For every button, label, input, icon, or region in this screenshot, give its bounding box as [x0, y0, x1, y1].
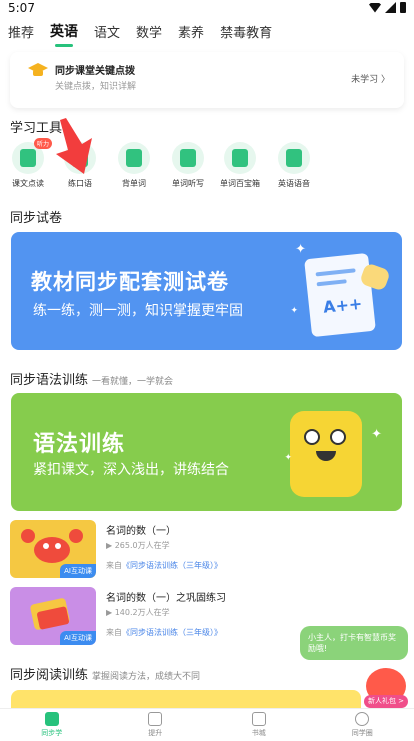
nav-label: 同学圈 [351, 729, 373, 737]
sparkle-icon: ✦ [290, 306, 298, 316]
nav-classmates[interactable]: 同学圈 [311, 709, 414, 741]
tab-literacy[interactable]: 素养 [178, 18, 204, 45]
signal-icon [385, 2, 396, 13]
tool-dictation[interactable]: 单词听写 [158, 142, 218, 189]
nav-improve[interactable]: 提升 [104, 709, 208, 741]
nav-label: 提升 [148, 729, 163, 737]
ai-lesson-tag: AI互动课 [60, 564, 96, 578]
source-link[interactable]: 《同步语法训练（三年级）》 [122, 561, 222, 570]
reading-title-text: 同步阅读训练 [10, 668, 89, 683]
tool-label: 单词听写 [172, 179, 204, 188]
reading-subtitle-text: 掌握阅读方法，成绩大不同 [92, 672, 201, 682]
mascot-icon [290, 411, 362, 497]
sparkle-icon: ✦ [295, 242, 306, 257]
source-prefix: 来自 [106, 628, 122, 637]
lesson-title: 名词的数（一） [106, 526, 176, 537]
nav-bookstore[interactable]: 书城 [207, 709, 311, 741]
pen-icon [148, 712, 163, 726]
tab-math[interactable]: 数学 [136, 18, 162, 45]
banner-subtitle: 紧扣课文，深入浅出，讲练结合 [33, 462, 229, 478]
battery-icon [400, 2, 406, 13]
tab-english[interactable]: 英语 [50, 17, 78, 45]
ai-lesson-tag: AI互动课 [60, 631, 96, 645]
headphone-icon [172, 142, 204, 174]
card-status[interactable]: 未学习 〉 [351, 72, 390, 85]
tab-recommend[interactable]: 推荐 [8, 18, 34, 45]
red-arrow-annotation [56, 118, 92, 174]
bottom-nav: 同步学 提升 书城 同学圈 [0, 708, 414, 741]
book-read-icon: 听力 [12, 138, 52, 174]
grammar-subtitle-text: 一看就懂，一学就会 [92, 377, 174, 387]
reading-banner[interactable] [11, 690, 361, 710]
tool-label: 单词百宝箱 [220, 179, 260, 188]
lesson-thumbnail: AI互动课 [10, 520, 96, 578]
tool-label: 背单词 [122, 179, 146, 188]
sparkle-icon: ✦ [284, 453, 292, 463]
gift-badge[interactable]: 新人礼包 > [364, 695, 408, 708]
book-icon [251, 712, 266, 726]
tool-vocabulary[interactable]: 背单词 [104, 142, 164, 189]
graduation-cap-icon [28, 63, 48, 76]
status-icons [369, 2, 406, 13]
tool-pronunciation[interactable]: 英语语音 [264, 142, 324, 189]
banner-subtitle: 练一练，测一测，知识掌握更牢固 [33, 303, 243, 319]
grammar-banner[interactable]: 语法训练 紧扣课文，深入浅出，讲练结合 ✦ ✦ [11, 393, 402, 511]
box-icon [224, 142, 256, 174]
banner-title: 语法训练 [33, 432, 126, 457]
card-title: 同步课堂关键点拨 [55, 66, 135, 77]
tab-anti-drug[interactable]: 禁毒教育 [220, 18, 272, 45]
status-time: 5:07 [8, 1, 35, 15]
tool-word-box[interactable]: 单词百宝箱 [210, 142, 270, 189]
tool-label: 英语语音 [278, 179, 310, 188]
lesson-source: 来自《同步语法训练（三年级）》 [106, 560, 222, 571]
sparkle-icon: ✦ [371, 427, 382, 442]
key-points-card[interactable]: 同步课堂关键点拨 关键点拨，知识详解 未学习 〉 [10, 52, 404, 108]
tab-chinese[interactable]: 语文 [94, 18, 120, 45]
banner-title: 教材同步配套测试卷 [31, 270, 229, 294]
reading-section-title: 同步阅读训练 掌握阅读方法，成绩大不同 [10, 664, 200, 683]
grade-text: A++ [322, 293, 364, 317]
lesson-thumbnail: AI互动课 [10, 587, 96, 645]
nav-label: 书城 [251, 729, 266, 737]
grammar-title-text: 同步语法训练 [10, 373, 89, 388]
wifi-icon [369, 2, 381, 13]
sync-test-section-title: 同步试卷 [10, 207, 62, 226]
lesson-learners: ▶ 140.2万人在学 [106, 608, 170, 617]
word-card-icon [118, 142, 150, 174]
status-bar: 5:07 [0, 0, 414, 16]
source-link[interactable]: 《同步语法训练（三年级）》 [122, 628, 222, 637]
card-subtitle: 关键点拨，知识详解 [55, 82, 137, 92]
lesson-source: 来自《同步语法训练（三年级）》 [106, 627, 222, 638]
lesson-learners: ▶ 265.0万人在学 [106, 541, 170, 550]
chat-icon [355, 712, 370, 726]
study-icon [44, 712, 59, 726]
assistant-bubble[interactable]: 小主人，打卡有智慧币奖励哦! [300, 626, 408, 660]
nav-study[interactable]: 同步学 [0, 709, 104, 741]
source-prefix: 来自 [106, 561, 122, 570]
lesson-title: 名词的数（一）之巩固练习 [106, 593, 226, 604]
tool-label: 练口语 [68, 179, 92, 188]
sync-test-banner[interactable]: 教材同步配套测试卷 练一练，测一测，知识掌握更牢固 A++ ✦ ✦ [11, 232, 402, 350]
grammar-section-title: 同步语法训练 一看就懂，一学就会 [10, 369, 173, 388]
subject-tabs: 推荐 英语 语文 数学 素养 禁毒教育 [0, 16, 414, 46]
nav-label: 同步学 [41, 729, 63, 737]
speaker-icon [278, 142, 310, 174]
list-item[interactable]: AI互动课 名词的数（一） ▶ 265.0万人在学 来自《同步语法训练（三年级）… [10, 520, 404, 578]
sync-test-title-text: 同步试卷 [10, 211, 63, 226]
